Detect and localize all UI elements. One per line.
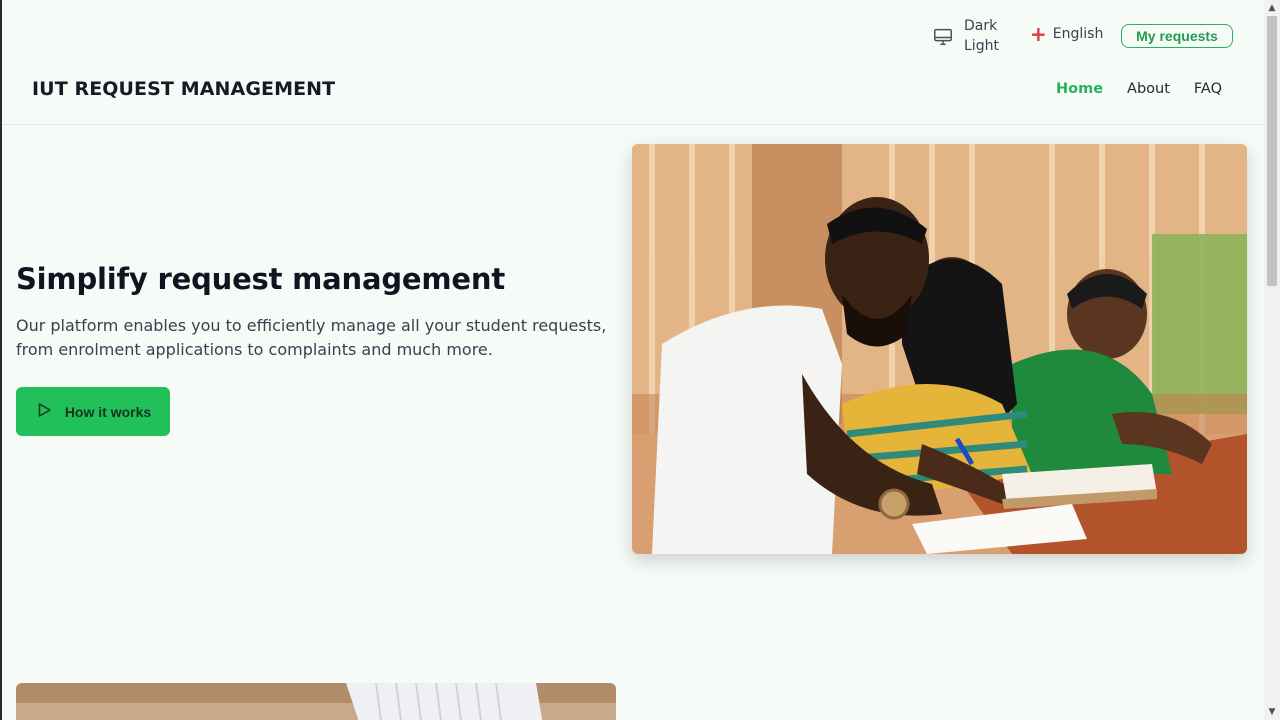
- secondary-image: [16, 683, 616, 720]
- how-it-works-label: How it works: [64, 403, 152, 420]
- hero-title: Simplify request management: [16, 262, 505, 296]
- vertical-scrollbar[interactable]: ▲ ▼: [1264, 0, 1280, 720]
- navbar: IUT REQUEST MANAGEMENT Home About FAQ: [2, 70, 1264, 125]
- language-selector[interactable]: + English: [1030, 22, 1104, 46]
- brand-title[interactable]: IUT REQUEST MANAGEMENT: [32, 78, 335, 100]
- flag-icon: +: [1030, 22, 1047, 46]
- theme-light-label[interactable]: Light: [964, 36, 999, 56]
- page: Dark Light + English My requests IUT REQ…: [0, 0, 1264, 720]
- play-icon: [35, 401, 53, 422]
- nav-link-about[interactable]: About: [1127, 81, 1170, 97]
- monitor-icon: [932, 16, 954, 52]
- language-label: English: [1052, 26, 1104, 42]
- nav-link-home[interactable]: Home: [1056, 81, 1103, 97]
- scroll-thumb[interactable]: [1267, 16, 1277, 286]
- scroll-up-arrow-icon[interactable]: ▲: [1264, 0, 1280, 16]
- theme-toggle[interactable]: Dark Light: [932, 16, 999, 56]
- hero-description: Our platform enables you to efficiently …: [16, 316, 607, 359]
- hero-image: [632, 144, 1247, 554]
- how-it-works-button[interactable]: How it works: [16, 387, 170, 436]
- my-requests-button[interactable]: My requests: [1121, 24, 1233, 48]
- nav-links: Home About FAQ: [1056, 81, 1222, 97]
- nav-link-faq[interactable]: FAQ: [1194, 81, 1222, 97]
- theme-dark-label[interactable]: Dark: [964, 16, 999, 36]
- scroll-down-arrow-icon[interactable]: ▼: [1264, 704, 1280, 720]
- top-bar: Dark Light + English My requests: [2, 0, 1264, 70]
